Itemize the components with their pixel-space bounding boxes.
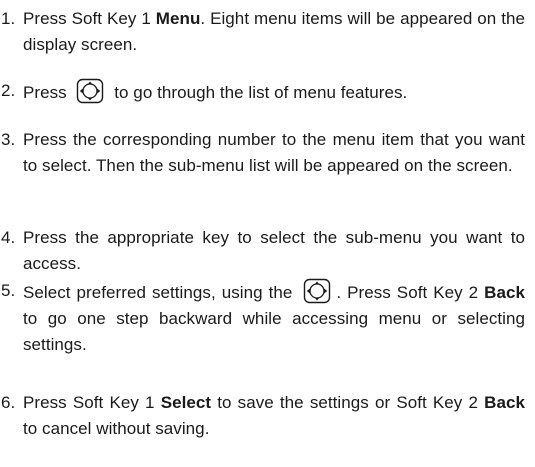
step-text: Press the appropriate key to select the … [23,228,525,273]
step-3: 3. Press the corresponding number to the… [0,127,525,179]
step-text: Press the corresponding number to the me… [23,130,525,175]
step-6: 6. Press Soft Key 1 Select to save the s… [0,390,525,442]
step-number: 6. [1,393,16,412]
step-text: Press Soft Key 1 Menu. Eight menu items … [23,6,525,58]
step-text-segment: Press [23,83,72,102]
key-name-back: Back [484,283,526,302]
step-text-segment: Press Soft Key 1 [23,9,156,28]
step-number: 5. [1,281,16,300]
step-4: 4. Press the appropriate key to select t… [0,225,525,277]
step-text-segment: Select preferred settings, using the [23,283,299,302]
step-text-segment: to save the settings or Soft Key 2 [211,393,485,412]
key-name-menu: Menu [155,9,201,28]
step-text-segment: to cancel without saving. [23,419,210,438]
navigation-key-icon [303,278,331,304]
key-name-select: Select [160,393,212,412]
step-number: 4. [1,228,16,247]
step-text-segment: Press Soft Key 1 [23,393,161,412]
step-number: 2. [1,81,16,100]
step-text-segment: to go one step backward while accessing … [23,309,525,354]
step-text-segment: to go through the list of menu features. [109,83,408,102]
step-2: 2. Press to go through the list of menu … [0,78,525,106]
step-1: 1. Press Soft Key 1 Menu. Eight menu ite… [0,6,525,58]
navigation-key-icon [76,78,104,104]
step-number: 3. [1,130,16,149]
step-text-segment: . Press Soft Key 2 [336,283,485,302]
step-5: 5. Select preferred settings, using the … [0,278,525,358]
step-text: Press Soft Key 1 Select to save the sett… [23,390,525,442]
key-name-back: Back [484,393,526,412]
step-number: 1. [1,9,16,28]
step-text: Press to go through the list of menu fea… [23,78,525,106]
step-text: Select preferred settings, using the . P… [23,278,525,358]
